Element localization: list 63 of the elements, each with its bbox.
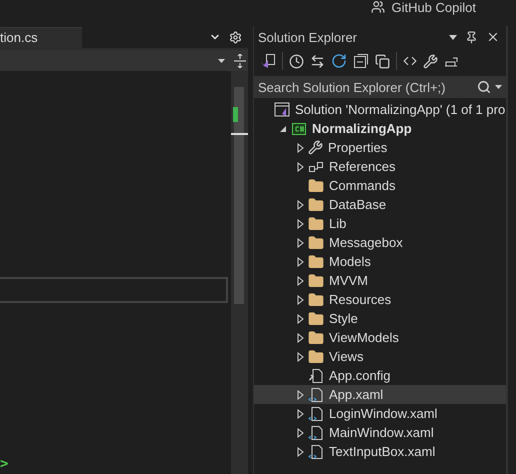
- tree-item[interactable]: Commands: [254, 176, 506, 195]
- folder-icon: [308, 178, 324, 194]
- refresh-icon[interactable]: [331, 53, 347, 69]
- xaml-file-icon: [308, 424, 324, 440]
- solution-view-icon[interactable]: [260, 53, 276, 69]
- dropdown-icon[interactable]: [449, 34, 457, 40]
- tree-item[interactable]: References: [254, 157, 506, 176]
- tree-item[interactable]: TextInputBox.xaml: [254, 442, 506, 461]
- people-icon: [371, 0, 386, 14]
- folder-icon: [308, 234, 324, 250]
- folder-icon: [308, 330, 324, 346]
- tree-item[interactable]: MVVM: [254, 271, 506, 290]
- split-icon[interactable]: [231, 50, 248, 71]
- tree-item[interactable]: Resources: [254, 290, 506, 309]
- dropdown-icon: [218, 58, 225, 62]
- code-text: >: [0, 456, 8, 472]
- sync-icon[interactable]: [310, 54, 325, 68]
- folder-icon: [308, 216, 324, 232]
- clock-icon[interactable]: [289, 54, 304, 68]
- tree-item[interactable]: ViewModels: [254, 328, 506, 347]
- solution-icon: [274, 102, 290, 118]
- folder-icon: [308, 254, 324, 270]
- tree-item[interactable]: NormalizingApp: [254, 119, 506, 138]
- tree-item[interactable]: Solution 'NormalizingApp' (1 of 1 pro: [254, 100, 506, 119]
- folder-icon: [308, 292, 324, 308]
- xaml-file-icon: [308, 406, 324, 422]
- tree-item[interactable]: Messagebox: [254, 233, 506, 252]
- wrench-icon[interactable]: [423, 54, 438, 68]
- xaml-file-icon: [308, 386, 324, 402]
- folder-icon: [308, 348, 324, 364]
- copilot-label[interactable]: GitHub Copilot: [391, 0, 476, 15]
- folder-icon: [308, 272, 324, 288]
- preview-icon[interactable]: [444, 55, 460, 67]
- collapse-all-icon[interactable]: [353, 53, 369, 69]
- expanded-arrow-icon[interactable]: [279, 124, 287, 132]
- tree-item[interactable]: LoginWindow.xaml: [254, 404, 506, 423]
- tree-item[interactable]: Style: [254, 309, 506, 328]
- pin-icon[interactable]: [465, 30, 478, 44]
- folder-icon: [308, 196, 324, 212]
- csharp-project-icon: [291, 120, 307, 136]
- tree-item[interactable]: Models: [254, 252, 506, 271]
- dropdown-icon[interactable]: [495, 85, 502, 89]
- tree-item[interactable]: Views: [254, 347, 506, 366]
- input-field[interactable]: [0, 277, 228, 303]
- close-icon[interactable]: [486, 30, 500, 44]
- search-icon[interactable]: [477, 80, 491, 94]
- tree-item[interactable]: App.xaml: [254, 385, 506, 404]
- tree-item[interactable]: Lib: [254, 214, 506, 233]
- tree-item[interactable]: MainWindow.xaml: [254, 423, 506, 442]
- code-icon[interactable]: [403, 54, 417, 68]
- search-field[interactable]: Search Solution Explorer (Ctrl+;): [254, 76, 506, 98]
- config-file-icon: [308, 368, 324, 384]
- tree-item[interactable]: DataBase: [254, 195, 506, 214]
- xaml-file-icon: [308, 444, 324, 460]
- panel-title: Solution Explorer: [258, 30, 357, 44]
- folder-icon: [308, 310, 324, 326]
- settings-icon[interactable]: [229, 30, 242, 44]
- file-tab[interactable]: tion.cs: [0, 26, 82, 48]
- wrench-icon: [308, 140, 323, 155]
- copy-icon[interactable]: [375, 54, 390, 68]
- scrollbar[interactable]: [231, 71, 248, 474]
- tree-item[interactable]: App.config: [254, 366, 506, 385]
- tree-item[interactable]: Properties: [254, 138, 506, 157]
